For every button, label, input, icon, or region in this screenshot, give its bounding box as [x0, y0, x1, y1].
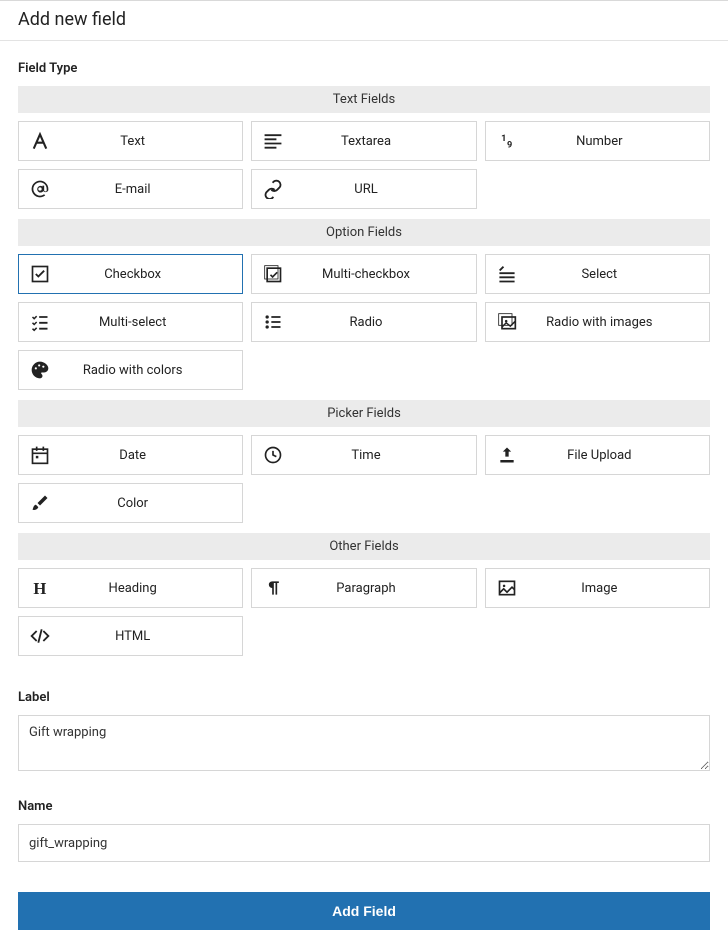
upload-icon — [486, 445, 528, 465]
option-label: HTML — [61, 629, 242, 644]
field-type-option-image[interactable]: Image — [485, 568, 710, 608]
option-label: Color — [61, 496, 242, 511]
calendar-icon — [19, 445, 61, 465]
list-check-icon — [19, 312, 61, 332]
palette-icon — [19, 360, 61, 380]
label-input[interactable] — [18, 715, 710, 771]
nineteen-icon: 19 — [486, 131, 528, 151]
group-header: Text Fields — [18, 86, 710, 113]
field-type-option-textarea[interactable]: Textarea — [251, 121, 476, 161]
field-type-option-html[interactable]: HTML — [18, 616, 243, 656]
option-label: Select — [528, 267, 709, 282]
brush-icon — [19, 493, 61, 513]
field-type-option-radio_colors[interactable]: Radio with colors — [18, 350, 243, 390]
field-type-option-time[interactable]: Time — [251, 435, 476, 475]
option-label: Textarea — [294, 134, 475, 149]
font-icon — [19, 131, 61, 151]
add-field-button[interactable]: Add Field — [18, 892, 710, 930]
svg-text:H: H — [33, 579, 46, 598]
field-type-option-select[interactable]: Select — [485, 254, 710, 294]
name-field-label: Name — [18, 799, 710, 814]
field-type-option-url[interactable]: URL — [251, 169, 476, 209]
option-label: Paragraph — [294, 581, 475, 596]
option-label: Image — [528, 581, 709, 596]
field-type-label: Field Type — [18, 61, 710, 76]
at-icon — [19, 179, 61, 199]
page-title: Add new field — [0, 0, 728, 41]
option-label: Radio with images — [528, 315, 709, 330]
field-type-option-text[interactable]: Text — [18, 121, 243, 161]
svg-text:9: 9 — [507, 141, 512, 151]
name-input[interactable] — [18, 824, 710, 862]
option-label: URL — [294, 182, 475, 197]
field-type-option-multi_select[interactable]: Multi-select — [18, 302, 243, 342]
option-label: Checkbox — [61, 267, 242, 282]
option-label: Number — [528, 134, 709, 149]
code-icon — [19, 626, 61, 646]
group-header: Other Fields — [18, 533, 710, 560]
field-type-option-number[interactable]: 19Number — [485, 121, 710, 161]
svg-text:1: 1 — [501, 134, 506, 144]
option-label: Text — [61, 134, 242, 149]
field-type-option-email[interactable]: E-mail — [18, 169, 243, 209]
field-type-option-radio_images[interactable]: Radio with images — [485, 302, 710, 342]
image-icon — [486, 578, 528, 598]
link-icon — [252, 179, 294, 199]
options-grid: Checkbox Multi-checkbox Select Multi-select… — [18, 254, 710, 390]
field-type-option-multi_checkbox[interactable]: Multi-checkbox — [251, 254, 476, 294]
select-icon — [486, 264, 528, 284]
option-label: Multi-select — [61, 315, 242, 330]
field-type-option-heading[interactable]: H Heading — [18, 568, 243, 608]
field-type-option-paragraph[interactable]: Paragraph — [251, 568, 476, 608]
option-label: File Upload — [528, 448, 709, 463]
field-type-groups: Text FieldsTextTextarea19NumberE-mailURL… — [18, 86, 710, 666]
group-header: Option Fields — [18, 219, 710, 246]
heading-icon: H — [19, 578, 61, 598]
checkbox-icon — [19, 264, 61, 284]
field-type-option-color[interactable]: Color — [18, 483, 243, 523]
option-label: Radio — [294, 315, 475, 330]
option-label: E-mail — [61, 182, 242, 197]
options-grid: TextTextarea19NumberE-mailURL — [18, 121, 710, 209]
field-type-option-date[interactable]: Date — [18, 435, 243, 475]
field-type-option-checkbox[interactable]: Checkbox — [18, 254, 243, 294]
multi-checkbox-icon — [252, 264, 294, 284]
pilcrow-icon — [252, 578, 294, 598]
content-area: Field Type Text FieldsTextTextarea19Numb… — [0, 41, 728, 944]
option-label: Heading — [61, 581, 242, 596]
options-grid: H Heading Paragraph Image HTML — [18, 568, 710, 656]
clock-icon — [252, 445, 294, 465]
field-type-option-radio[interactable]: Radio — [251, 302, 476, 342]
field-type-option-file[interactable]: File Upload — [485, 435, 710, 475]
list-dots-icon — [252, 312, 294, 332]
group-header: Picker Fields — [18, 400, 710, 427]
option-label: Radio with colors — [61, 363, 242, 378]
option-label: Time — [294, 448, 475, 463]
images-icon — [486, 312, 528, 332]
option-label: Multi-checkbox — [294, 267, 475, 282]
align-left-icon — [252, 131, 294, 151]
option-label: Date — [61, 448, 242, 463]
options-grid: Date Time File Upload Color — [18, 435, 710, 523]
label-field-label: Label — [18, 690, 710, 705]
